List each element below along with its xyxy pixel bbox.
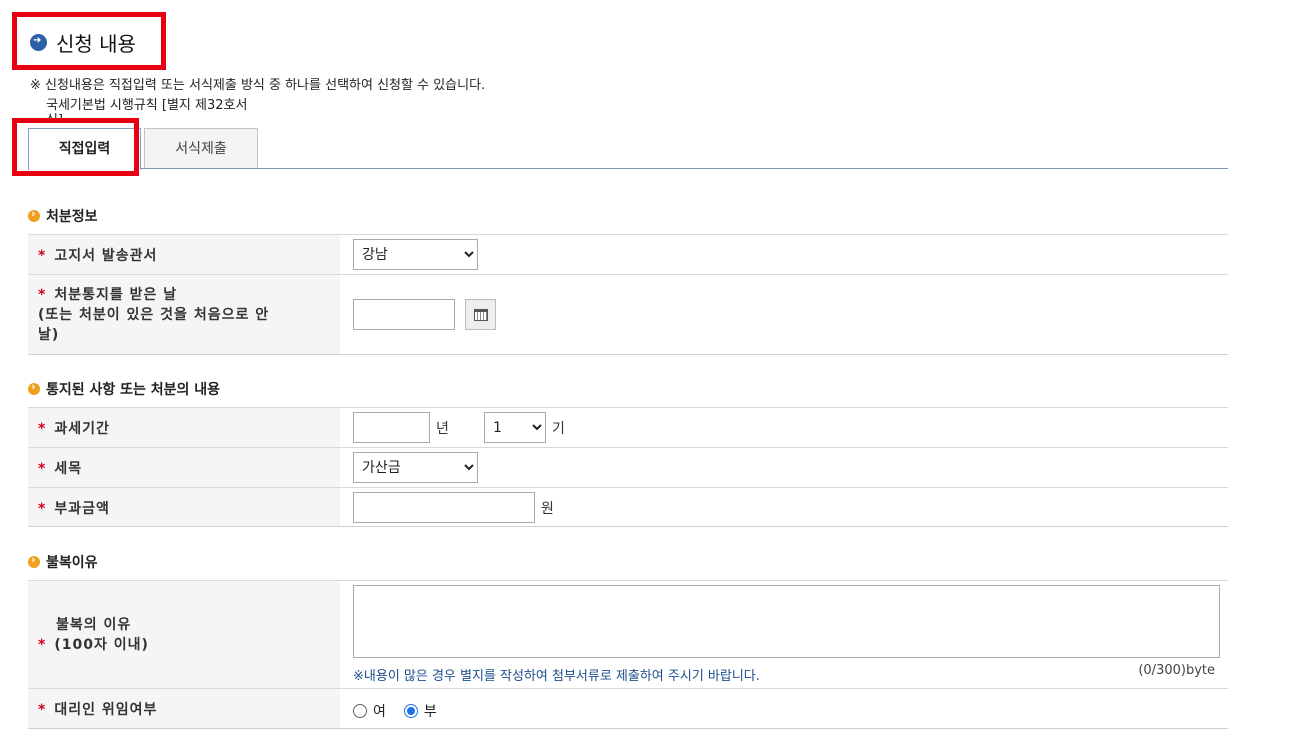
label-tax-period: * 과세기간 <box>28 408 340 447</box>
section-heading-notified-matter: 통지된 사항 또는 처분의 내용 <box>28 379 220 399</box>
required-mark: * <box>38 461 47 477</box>
help-text: ※내용이 많은 경우 별지를 작성하여 첨부서류로 제출하여 주시기 바랍니다. <box>353 669 760 684</box>
required-mark: * <box>38 637 47 653</box>
label-objection-reason: 불복의 이유 * (100자 이내) <box>28 581 340 688</box>
tab-form-submit[interactable]: 서식제출 <box>144 128 258 169</box>
bullet-icon <box>28 380 40 395</box>
row-objection-reason: 불복의 이유 * (100자 이내) ※내용이 많은 경우 별지를 작성하여 첨부… <box>28 580 1228 688</box>
row-tax-period: * 과세기간 년 1 기 <box>28 407 1228 447</box>
label-notice-date: * 처분통지를 받은 날 (또는 처분이 있은 것을 처음으로 안 날) <box>28 275 340 354</box>
row-issuing-office: * 고지서 발송관서 강남 <box>28 234 1228 274</box>
tax-year-input[interactable] <box>353 412 430 443</box>
notice-sub-text-2: 식] <box>46 109 63 118</box>
arrow-circle-icon <box>30 34 47 51</box>
label-proxy: * 대리인 위임여부 <box>28 689 340 728</box>
required-mark: * <box>38 702 47 718</box>
calendar-icon <box>473 308 488 321</box>
proxy-yes-label: 여 <box>373 704 386 720</box>
required-mark: * <box>38 287 47 303</box>
row-tax-item: * 세목 가산금 <box>28 447 1228 487</box>
year-unit: 년 <box>436 420 449 437</box>
tab-divider <box>28 168 1228 169</box>
notice-sub-text: 국세기본법 시행규칙 [별지 제32호서 <box>46 98 248 113</box>
row-notice-date: * 처분통지를 받은 날 (또는 처분이 있은 것을 처음으로 안 날) <box>28 274 1228 355</box>
label-amount: * 부과금액 <box>28 488 340 526</box>
bullet-icon <box>28 553 40 568</box>
objection-reason-textarea[interactable] <box>353 585 1220 658</box>
notice-text: ※ 신청내용은 직접입력 또는 서식제출 방식 중 하나를 선택하여 신청할 수… <box>30 78 486 93</box>
label-issuing-office: * 고지서 발송관서 <box>28 235 340 274</box>
issuing-office-select[interactable]: 강남 <box>353 239 478 270</box>
byte-counter: (0/300)byte <box>1138 663 1215 678</box>
row-proxy: * 대리인 위임여부 여 부 <box>28 688 1228 729</box>
proxy-no-radio[interactable] <box>403 704 418 718</box>
required-mark: * <box>38 501 47 517</box>
amount-input[interactable] <box>353 492 535 523</box>
term-unit: 기 <box>552 420 565 437</box>
row-amount: * 부과금액 원 <box>28 487 1228 527</box>
amount-unit: 원 <box>541 500 554 517</box>
proxy-yes-radio[interactable] <box>353 704 367 718</box>
section-heading-disposition: 처분정보 <box>28 206 98 226</box>
required-mark: * <box>38 248 47 264</box>
tab-direct-input[interactable]: 직접입력 <box>28 128 141 170</box>
calendar-button[interactable] <box>465 299 496 330</box>
proxy-no-label: 부 <box>423 704 437 720</box>
bullet-icon <box>28 207 40 222</box>
tax-item-select[interactable]: 가산금 <box>353 452 478 483</box>
tax-term-select[interactable]: 1 <box>484 412 546 443</box>
section-heading-objection-reason: 불복이유 <box>28 552 98 572</box>
required-mark: * <box>38 421 47 437</box>
label-tax-item: * 세목 <box>28 448 340 487</box>
page-title: 신청 내용 <box>56 32 136 56</box>
notice-date-input[interactable] <box>353 299 455 330</box>
